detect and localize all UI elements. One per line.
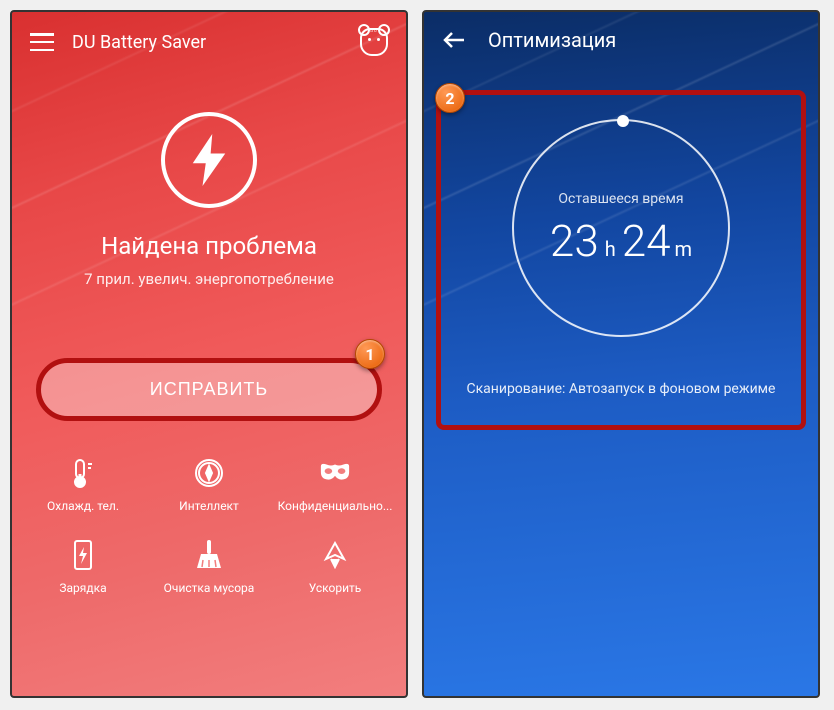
minutes-value: 24 — [622, 215, 671, 265]
main-screen: DU Battery Saver DU Найдена проблема 7 п… — [10, 10, 408, 698]
problem-title: Найдена проблема — [12, 232, 406, 260]
feature-speedup[interactable]: Ускорить — [272, 539, 398, 595]
optimization-screen: Оптимизация 2 Оставшееся время 23 h 24 m… — [422, 10, 820, 698]
remaining-time-label: Оставшееся время — [558, 191, 683, 207]
feature-label: Интеллект — [179, 499, 239, 513]
header: DU Battery Saver DU — [12, 12, 406, 72]
app-title: DU Battery Saver — [72, 32, 360, 53]
compass-icon — [193, 457, 225, 489]
fix-button-highlight: ИСПРАВИТЬ 1 — [36, 358, 382, 421]
broom-icon — [193, 539, 225, 571]
header: Оптимизация — [424, 12, 818, 68]
problem-subtitle: 7 прил. увелич. энергопотребление — [12, 270, 406, 288]
minutes-unit: m — [675, 237, 693, 261]
hours-unit: h — [605, 237, 616, 261]
progress-dot — [617, 115, 629, 127]
feature-smart[interactable]: Интеллект — [146, 457, 272, 513]
feature-privacy[interactable]: Конфиденциально... — [272, 457, 398, 513]
feature-clean[interactable]: Очистка мусора — [146, 539, 272, 595]
thermometer-icon — [67, 457, 99, 489]
hours-value: 23 — [550, 215, 599, 265]
annotation-badge-2: 2 — [435, 83, 465, 113]
menu-icon[interactable] — [30, 33, 54, 51]
page-title: Оптимизация — [488, 28, 616, 52]
scan-panel-highlight: 2 Оставшееся время 23 h 24 m Сканировани… — [436, 90, 806, 430]
feature-label: Очистка мусора — [164, 581, 255, 595]
features-grid: Охлажд. тел. Интеллект — [12, 421, 406, 595]
lightning-icon — [161, 112, 257, 208]
feature-label: Конфиденциально... — [278, 499, 393, 513]
feature-charge[interactable]: Зарядка — [20, 539, 146, 595]
feature-label: Ускорить — [309, 581, 362, 595]
feature-label: Зарядка — [59, 581, 106, 595]
battery-charge-icon — [67, 539, 99, 571]
scan-status: Сканирование: Автозапуск в фоновом режим… — [449, 381, 793, 397]
mask-icon — [319, 457, 351, 489]
feature-cool-phone[interactable]: Охлажд. тел. — [20, 457, 146, 513]
progress-circle: Оставшееся время 23 h 24 m — [512, 119, 730, 337]
fix-button[interactable]: ИСПРАВИТЬ — [41, 363, 377, 416]
time-display: 23 h 24 m — [550, 215, 692, 265]
feature-label: Охлажд. тел. — [47, 499, 119, 513]
annotation-badge-1: 1 — [355, 339, 385, 369]
back-arrow-icon[interactable] — [442, 28, 466, 52]
rocket-icon — [319, 539, 351, 571]
du-bear-icon[interactable]: DU — [360, 28, 388, 56]
